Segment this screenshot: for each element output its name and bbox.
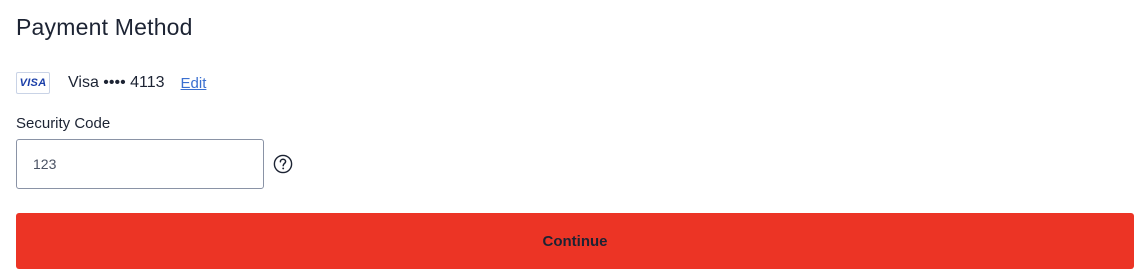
continue-button[interactable]: Continue — [16, 213, 1134, 269]
question-circle-icon[interactable] — [273, 154, 293, 174]
section-title: Payment Method — [16, 14, 193, 40]
edit-card-link[interactable]: Edit — [181, 75, 207, 92]
security-code-label: Security Code — [16, 115, 111, 132]
saved-card-row: VISA Visa •••• 4113 Edit — [16, 70, 206, 96]
card-description: Visa •••• 4113 — [68, 74, 165, 91]
visa-logo: VISA — [16, 72, 50, 94]
security-code-input[interactable] — [16, 139, 264, 189]
